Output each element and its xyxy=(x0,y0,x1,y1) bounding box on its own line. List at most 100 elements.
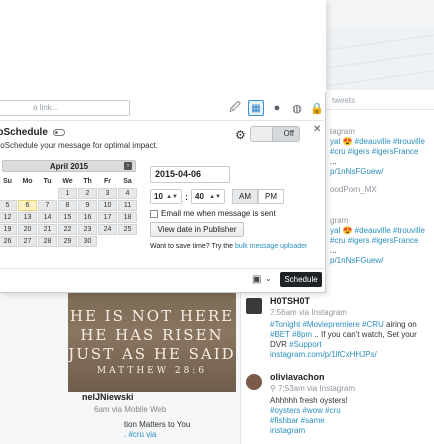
snippet-link[interactable]: p/1nNsFGuew/ xyxy=(330,256,434,266)
calendar-day[interactable]: 24 xyxy=(98,224,117,235)
calendar-day[interactable]: 26 xyxy=(0,236,17,247)
save-draft-icon[interactable]: ▣ xyxy=(252,274,261,285)
calendar-day[interactable]: 27 xyxy=(18,236,37,247)
calendar-header: j April 2015 › xyxy=(2,160,136,172)
calendar-next-button[interactable]: › xyxy=(124,162,132,170)
message-text: #Tonight #Moviepremiere #CRU airing on #… xyxy=(270,320,430,360)
calendar-day[interactable]: 9 xyxy=(78,200,97,211)
message-meta: ⚲ 7:53am via Instagram xyxy=(270,384,356,393)
stream-message: H0TSH0T 7:56am via Instagram #Tonight #M… xyxy=(246,296,432,360)
calendar-day[interactable]: 8 xyxy=(58,200,77,211)
view-in-publisher-button[interactable]: View date in Publisher xyxy=(150,222,244,237)
calendar-day[interactable]: 21 xyxy=(38,224,57,235)
location-icon[interactable]: ● xyxy=(270,101,284,115)
calendar-day[interactable]: 4 xyxy=(118,188,137,199)
calendar-weekday-row: Su Mo Tu We Th Fr Sa xyxy=(0,176,140,187)
updown-icon: ▲▼ xyxy=(209,193,221,200)
calendar-day[interactable]: 19 xyxy=(0,224,17,235)
calendar-day[interactable]: 17 xyxy=(98,212,117,223)
message-composer: a link... 🖉 ▦ ● ◍ 🔒 toSchedule toSchedul… xyxy=(0,0,326,293)
calendar-empty-cell xyxy=(18,188,37,199)
calendar-icon[interactable]: ▦ xyxy=(248,100,264,116)
chevron-down-icon[interactable]: ⌄ xyxy=(265,274,272,283)
weekday-label: Mo xyxy=(22,178,33,185)
attach-icon[interactable]: 🖉 xyxy=(228,101,242,115)
autoschedule-title: toSchedule xyxy=(0,127,65,138)
calendar-week-row: 26 27 28 29 30 xyxy=(0,236,140,247)
message-author[interactable]: oliviavachon xyxy=(270,372,325,382)
message-hashtags[interactable]: #BET #8pm xyxy=(270,330,312,339)
schedule-button[interactable]: Schedule xyxy=(280,272,322,287)
weekday-label: We xyxy=(62,178,73,185)
calendar-day[interactable]: 30 xyxy=(78,236,97,247)
calendar-day[interactable]: 11 xyxy=(118,200,137,211)
calendar-day[interactable]: 10 xyxy=(98,200,117,211)
lock-icon[interactable]: 🔒 xyxy=(310,101,324,115)
message-hashtags[interactable]: #oysters #wow #cru #fishbar #same instag… xyxy=(270,406,341,435)
calendar-day[interactable]: 13 xyxy=(18,212,37,223)
snippet-line[interactable]: #cru #igers #igersFrance xyxy=(330,236,434,246)
message-author[interactable]: H0TSH0T xyxy=(270,296,310,306)
updown-icon: ▲▼ xyxy=(166,193,178,200)
snippet-line: ... xyxy=(330,157,337,166)
autoschedule-toggle[interactable]: Off xyxy=(250,126,300,142)
post-image[interactable]: HE IS NOT HERE HE HAS RISEN JUST AS HE S… xyxy=(68,292,236,392)
minute-value: 40 xyxy=(195,192,204,201)
calendar-day[interactable]: 14 xyxy=(38,212,57,223)
calendar-day[interactable]: 2 xyxy=(78,188,97,199)
message-text-area[interactable] xyxy=(0,0,326,92)
calendar-day[interactable]: 23 xyxy=(78,224,97,235)
calendar-day-selected[interactable]: 6 xyxy=(18,200,37,211)
calendar-day[interactable]: 29 xyxy=(58,236,77,247)
bulk-uploader-link[interactable]: bulk message uploader xyxy=(235,243,307,250)
calendar-day[interactable]: 5 xyxy=(0,200,17,211)
stream-snippet-2[interactable]: gram yal 😍 #deauville #trouville #cru #i… xyxy=(330,216,434,266)
snippet-line: ... xyxy=(330,246,337,255)
image-text-line: HE IS NOT HERE xyxy=(69,306,235,325)
pm-button[interactable]: PM xyxy=(258,189,284,204)
calendar-empty-cell xyxy=(0,188,17,199)
calendar-day[interactable]: 22 xyxy=(58,224,77,235)
autoschedule-title-text: toSchedule xyxy=(0,127,48,138)
calendar-day[interactable]: 20 xyxy=(18,224,37,235)
calendar-day[interactable]: 12 xyxy=(0,212,17,223)
message-text: Ahhhhh fresh oysters! #oysters #wow #cru… xyxy=(270,396,360,436)
date-input[interactable]: 2015-04-06 xyxy=(150,166,230,183)
post-author[interactable]: nelJNiewski xyxy=(82,392,134,402)
avatar[interactable] xyxy=(246,374,262,390)
calendar-empty-cell xyxy=(98,236,117,247)
stream-snippet-1[interactable]: tagram yal 😍 #deauville #trouville #cru … xyxy=(330,127,434,195)
message-hashtags[interactable]: #Tonight #Moviepremiere #CRU xyxy=(270,320,384,329)
hour-select[interactable]: 10 ▲▼ xyxy=(150,189,182,204)
image-text-line: HE HAS RISEN xyxy=(80,325,224,344)
avatar[interactable] xyxy=(246,298,262,314)
globe-icon[interactable]: ◍ xyxy=(290,101,304,115)
snippet-link[interactable]: p/1nNsFGuew/ xyxy=(330,167,434,177)
am-button[interactable]: AM xyxy=(232,189,258,204)
email-checkbox[interactable] xyxy=(150,209,158,218)
calendar-day[interactable]: 7 xyxy=(38,200,57,211)
gear-icon[interactable]: ⚙ xyxy=(235,128,246,142)
post-meta: 6am via Mobile Web xyxy=(94,405,167,414)
snippet-line[interactable]: yal 😍 #deauville #trouville xyxy=(330,137,434,147)
stream-message: oliviavachon ⚲ 7:53am via Instagram Ahhh… xyxy=(246,372,432,442)
autoschedule-info-icon xyxy=(52,128,65,136)
close-icon[interactable]: ✕ xyxy=(313,124,321,135)
calendar-day[interactable]: 18 xyxy=(118,212,137,223)
calendar-day[interactable]: 16 xyxy=(78,212,97,223)
snippet-line[interactable]: yal 😍 #deauville #trouville xyxy=(330,226,434,236)
calendar-day[interactable]: 3 xyxy=(98,188,117,199)
link-input[interactable]: a link... xyxy=(0,100,130,116)
minute-select[interactable]: 40 ▲▼ xyxy=(191,189,225,204)
calendar-week-row: 12 13 14 15 16 17 18 xyxy=(0,212,140,223)
post-text-link[interactable]: . #cru via xyxy=(124,430,156,439)
calendar-day[interactable]: 1 xyxy=(58,188,77,199)
weekday-label: Su xyxy=(3,178,12,185)
snippet-line[interactable]: #cru #igers #igersFrance xyxy=(330,147,434,157)
post-text-plain: tion Matters to You xyxy=(124,420,191,429)
toggle-knob xyxy=(251,127,273,141)
calendar-day[interactable]: 25 xyxy=(118,224,137,235)
ampm-toggle: AM PM xyxy=(232,189,284,204)
calendar-day[interactable]: 28 xyxy=(38,236,57,247)
calendar-day[interactable]: 15 xyxy=(58,212,77,223)
